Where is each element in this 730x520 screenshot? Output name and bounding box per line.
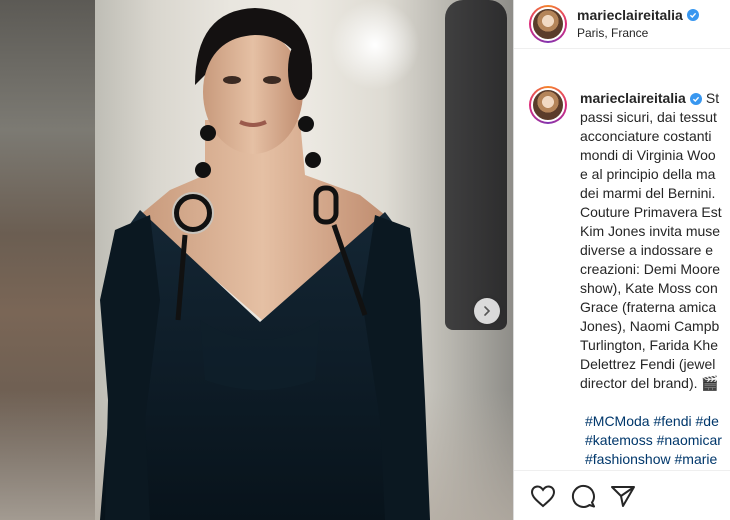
verified-badge-icon xyxy=(686,9,699,21)
caption: marieclaireitalia St passi sicuri, dai t… xyxy=(529,86,730,393)
like-button[interactable] xyxy=(530,484,556,508)
caption-line: Couture Primavera Est xyxy=(580,204,722,220)
hashtag-line[interactable]: #MCModa #fendi #de xyxy=(585,412,722,431)
caption-line: dei marmi del Bernini. xyxy=(580,185,716,201)
caption-line: creazioni: Demi Moore xyxy=(580,261,721,277)
hashtag-line[interactable]: #katemoss #naomicar xyxy=(585,431,722,450)
post-header: marieclaireitalia Paris, France xyxy=(514,0,730,49)
next-photo-button[interactable] xyxy=(474,298,500,324)
caption-line: diverse a indossare e xyxy=(580,242,714,258)
caption-line: St xyxy=(705,90,720,106)
paper-plane-icon xyxy=(611,485,635,507)
caption-line: Grace (fraterna amica xyxy=(580,299,717,315)
caption-text: marieclaireitalia St passi sicuri, dai t… xyxy=(580,89,730,393)
post-photo[interactable] xyxy=(0,0,513,520)
hashtag-line[interactable]: #fashionshow #marie xyxy=(585,450,722,469)
location-link[interactable]: Paris, France xyxy=(577,24,699,42)
username-link[interactable]: marieclaireitalia xyxy=(577,6,683,24)
caption-line: mondi di Virginia Woo xyxy=(580,147,716,163)
share-button[interactable] xyxy=(610,484,636,508)
comment-button[interactable] xyxy=(570,484,596,508)
post-side-panel: marieclaireitalia Paris, France mariecla… xyxy=(513,0,730,520)
caption-line: e al principio della ma xyxy=(580,166,716,182)
verified-badge-icon xyxy=(689,92,702,105)
caption-line: Kim Jones invita muse xyxy=(580,223,721,239)
avatar[interactable] xyxy=(529,5,567,43)
instagram-post: marieclaireitalia Paris, France mariecla… xyxy=(0,0,730,520)
caption-line: director del brand). 🎬 xyxy=(580,375,719,391)
action-bar xyxy=(514,470,730,520)
caption-avatar[interactable] xyxy=(529,86,567,124)
caption-line: Delettrez Fendi (jewel xyxy=(580,356,716,372)
hashtags: #MCModa #fendi #de #katemoss #naomicar #… xyxy=(585,412,722,469)
comment-icon xyxy=(571,484,595,508)
caption-line: Turlington, Farida Khe xyxy=(580,337,718,353)
chevron-right-icon xyxy=(484,306,491,316)
caption-username[interactable]: marieclaireitalia xyxy=(580,89,686,108)
caption-line: show), Kate Moss con xyxy=(580,280,718,296)
runway-model-illustration xyxy=(100,8,430,520)
caption-line: acconciature costanti xyxy=(580,128,712,144)
caption-line: Jones), Naomi Campb xyxy=(580,318,720,334)
heart-icon xyxy=(530,484,556,507)
caption-line: passi sicuri, dai tessut xyxy=(580,109,717,125)
